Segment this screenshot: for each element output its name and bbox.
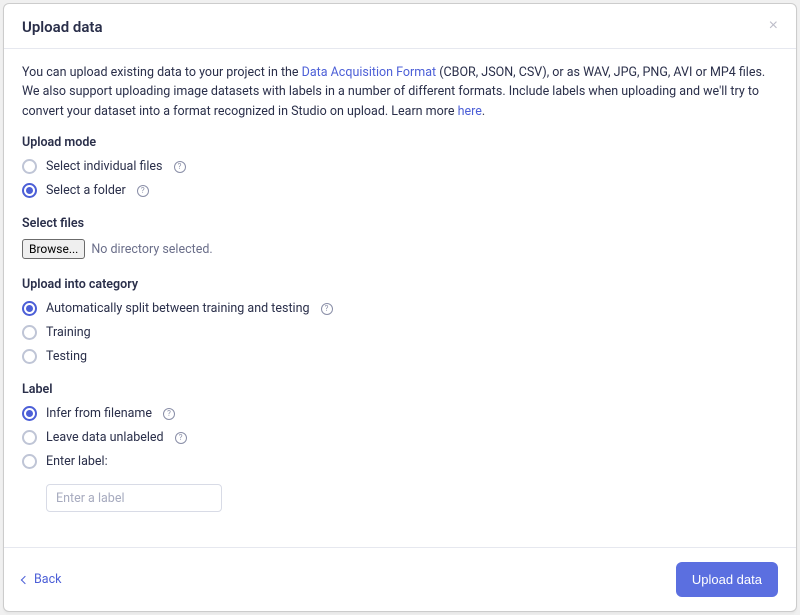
close-button[interactable]: × xyxy=(769,18,778,34)
upload-mode-heading: Upload mode xyxy=(22,135,778,150)
radio-icon xyxy=(22,349,37,364)
modal-footer: Back Upload data xyxy=(4,547,796,611)
back-label: Back xyxy=(34,572,61,587)
radio-icon xyxy=(22,454,37,469)
radio-label: Testing xyxy=(46,349,87,364)
radio-icon xyxy=(22,325,37,340)
help-icon[interactable]: ? xyxy=(175,432,187,444)
radio-label: Enter label: xyxy=(46,454,108,469)
label-heading: Label xyxy=(22,382,778,397)
radio-label: Leave data unlabeled xyxy=(46,430,164,445)
radio-label: Training xyxy=(46,325,91,340)
help-icon[interactable]: ? xyxy=(174,161,186,173)
category-testing[interactable]: Testing xyxy=(22,349,778,364)
help-icon[interactable]: ? xyxy=(321,303,333,315)
label-enter-label[interactable]: Enter label: xyxy=(22,454,778,469)
help-icon[interactable]: ? xyxy=(137,185,149,197)
browse-row: Browse... No directory selected. xyxy=(22,239,778,259)
chevron-left-icon xyxy=(21,575,29,583)
modal-header: Upload data × xyxy=(4,4,796,49)
label-input[interactable] xyxy=(46,484,222,512)
label-infer-filename[interactable]: Infer from filename ? xyxy=(22,406,778,421)
radio-icon xyxy=(22,301,37,316)
radio-icon xyxy=(22,183,37,198)
data-acquisition-format-link[interactable]: Data Acquisition Format xyxy=(302,65,436,80)
learn-more-link[interactable]: here xyxy=(458,104,482,119)
radio-icon xyxy=(22,430,37,445)
modal-body: You can upload existing data to your pro… xyxy=(4,49,796,547)
intro-text: You can upload existing data to your pro… xyxy=(22,63,778,121)
radio-label: Infer from filename xyxy=(46,406,152,421)
radio-icon xyxy=(22,159,37,174)
upload-data-button[interactable]: Upload data xyxy=(676,562,778,597)
category-heading: Upload into category xyxy=(22,277,778,292)
category-training[interactable]: Training xyxy=(22,325,778,340)
radio-icon xyxy=(22,406,37,421)
radio-label: Automatically split between training and… xyxy=(46,301,310,316)
category-auto-split[interactable]: Automatically split between training and… xyxy=(22,301,778,316)
modal-title: Upload data xyxy=(22,18,103,36)
radio-label: Select a folder xyxy=(46,183,126,198)
radio-label: Select individual files xyxy=(46,159,163,174)
upload-mode-individual[interactable]: Select individual files ? xyxy=(22,159,778,174)
intro-post: . xyxy=(482,104,485,119)
browse-button[interactable]: Browse... xyxy=(22,239,85,259)
label-leave-unlabeled[interactable]: Leave data unlabeled ? xyxy=(22,430,778,445)
back-button[interactable]: Back xyxy=(22,572,61,587)
close-icon: × xyxy=(769,17,778,34)
select-files-heading: Select files xyxy=(22,216,778,231)
upload-data-modal: Upload data × You can upload existing da… xyxy=(3,3,797,612)
help-icon[interactable]: ? xyxy=(163,408,175,420)
upload-mode-folder[interactable]: Select a folder ? xyxy=(22,183,778,198)
intro-pre: You can upload existing data to your pro… xyxy=(22,65,302,80)
browse-status: No directory selected. xyxy=(91,242,212,257)
